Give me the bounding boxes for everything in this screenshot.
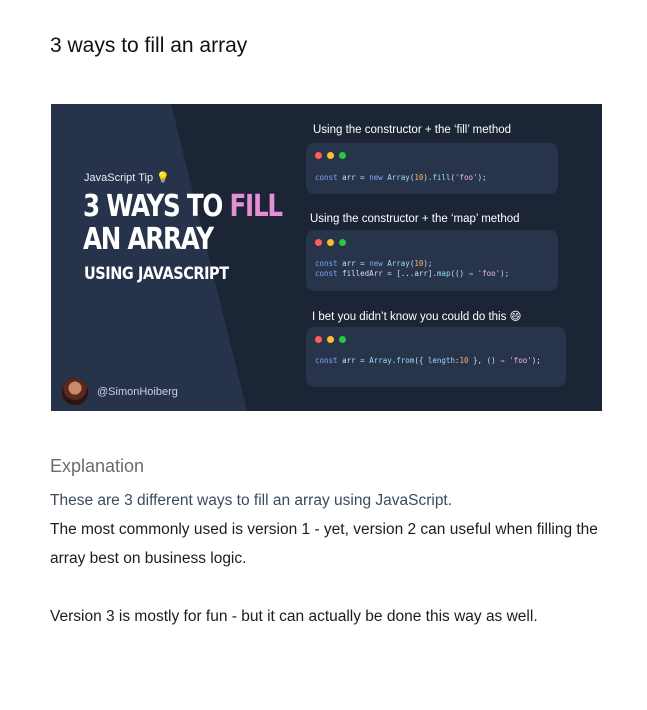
lightbulb-icon: 💡 <box>156 172 170 184</box>
code-window-3: const arr = Array.from({ length:10 }, ()… <box>306 327 566 387</box>
author-badge: @SimonHoiberg <box>61 378 178 406</box>
minimize-dot-icon <box>327 152 334 159</box>
section-3-label: I bet you didn’t know you could do this … <box>312 309 522 323</box>
window-controls <box>315 152 346 159</box>
explanation-paragraph-3: Version 3 is mostly for fun - but it can… <box>50 608 538 625</box>
avatar <box>61 378 89 406</box>
tip-label: JavaScript Tip 💡 <box>84 171 170 184</box>
minimize-dot-icon <box>327 336 334 343</box>
explanation-intro: These are 3 different ways to fill an ar… <box>50 492 453 509</box>
maximize-dot-icon <box>339 336 346 343</box>
code-line: const arr = Array.from({ length:10 }, ()… <box>315 356 541 365</box>
author-handle: @SimonHoiberg <box>97 386 178 398</box>
card-title: 3 WAYS TO FILL AN ARRAY <box>83 189 283 257</box>
window-controls <box>315 336 346 343</box>
section-3-label-text: I bet you didn’t know you could do this <box>312 311 507 323</box>
card-subtitle: USING JAVASCRIPT <box>84 264 229 284</box>
code-window-2: const arr = new Array(10); const filledA… <box>306 230 558 291</box>
maximize-dot-icon <box>339 152 346 159</box>
close-dot-icon <box>315 152 322 159</box>
code-line: const arr = new Array(10); <box>315 259 433 268</box>
explanation-paragraph-2: The most commonly used is version 1 - ye… <box>50 521 598 567</box>
card-title-line2: AN ARRAY <box>83 222 214 257</box>
minimize-dot-icon <box>327 239 334 246</box>
tip-label-text: JavaScript Tip <box>84 172 154 184</box>
grinning-face-icon: 😄 <box>509 311 522 323</box>
code-line: const arr = new Array(10).fill('foo'); <box>315 173 487 182</box>
maximize-dot-icon <box>339 239 346 246</box>
code-line: const filledArr = [...arr].map(() ⇒ 'foo… <box>315 269 510 278</box>
card-title-highlight: FILL <box>229 189 283 224</box>
window-controls <box>315 239 346 246</box>
code-window-1: const arr = new Array(10).fill('foo'); <box>306 143 558 194</box>
section-1-label: Using the constructor + the ‘fill’ metho… <box>313 124 512 136</box>
tip-card-image: JavaScript Tip 💡 3 WAYS TO FILL AN ARRAY… <box>51 104 602 411</box>
page-title: 3 ways to fill an array <box>50 34 248 57</box>
card-title-line1: 3 WAYS TO <box>83 189 230 224</box>
explanation-heading: Explanation <box>50 456 145 476</box>
section-2-label: Using the constructor + the ‘map’ method <box>310 213 520 225</box>
close-dot-icon <box>315 239 322 246</box>
close-dot-icon <box>315 336 322 343</box>
